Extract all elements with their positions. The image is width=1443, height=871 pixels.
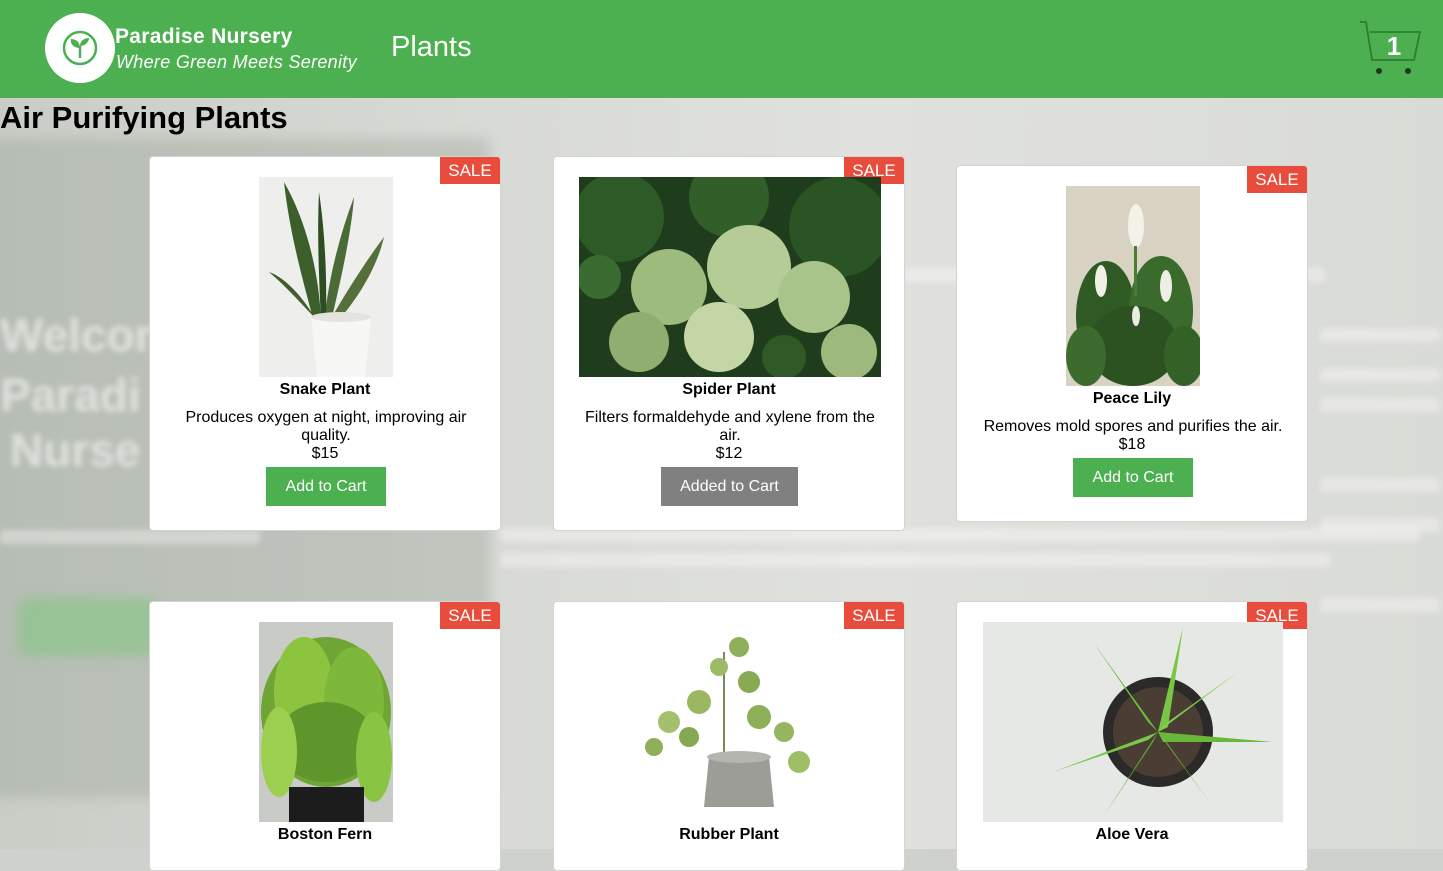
- product-card-rubber-plant: SALE Rubber Plant: [553, 601, 905, 871]
- plant-description: Filters formaldehyde and xylene from the…: [585, 409, 875, 444]
- peace-lily-image[interactable]: [1066, 186, 1200, 386]
- section-title: Air Purifying Plants: [0, 100, 288, 135]
- sale-badge: SALE: [440, 602, 500, 629]
- sale-badge: SALE: [440, 157, 500, 184]
- product-card-spider-plant: SALE Spider Plant Filters formaldehyde a…: [553, 156, 905, 531]
- logo[interactable]: [45, 13, 115, 83]
- cart-count-badge: 1: [1386, 31, 1402, 61]
- plant-description: Produces oxygen at night, improving air …: [185, 409, 467, 444]
- product-card-snake-plant: SALE Snake Plant Produces oxygen at nigh…: [149, 156, 501, 531]
- sprout-logo-icon: [62, 30, 98, 66]
- aloe-vera-image[interactable]: [983, 622, 1283, 822]
- plant-name: Spider Plant: [682, 381, 776, 398]
- navbar: Paradise Nursery Where Green Meets Seren…: [0, 0, 1443, 98]
- added-to-cart-button[interactable]: Added to Cart: [661, 467, 798, 506]
- plant-description: Removes mold spores and purifies the air…: [983, 418, 1283, 435]
- sale-badge: SALE: [844, 602, 904, 629]
- plant-name: Rubber Plant: [679, 826, 779, 843]
- plant-name: Boston Fern: [277, 826, 373, 843]
- brand-name: Paradise Nursery: [115, 25, 293, 48]
- plant-price: $15: [311, 445, 339, 462]
- snake-plant-image[interactable]: [259, 177, 393, 377]
- nav-plants-link[interactable]: Plants: [391, 31, 472, 64]
- boston-fern-image[interactable]: [259, 622, 393, 822]
- rubber-plant-image[interactable]: [629, 622, 829, 822]
- product-card-peace-lily: SALE Peace Lily Removes mold spores and …: [956, 165, 1308, 522]
- product-card-boston-fern: SALE Boston Fern: [149, 601, 501, 871]
- plant-name: Snake Plant: [279, 381, 371, 398]
- add-to-cart-button[interactable]: Add to Cart: [1073, 458, 1193, 497]
- product-card-aloe-vera: SALE Aloe Vera: [956, 601, 1308, 871]
- spider-plant-image[interactable]: [579, 177, 881, 377]
- plant-price: $18: [1118, 436, 1146, 453]
- sale-badge: SALE: [1247, 166, 1307, 193]
- add-to-cart-button[interactable]: Add to Cart: [266, 467, 386, 506]
- brand-tagline: Where Green Meets Serenity: [116, 52, 357, 72]
- plant-name: Peace Lily: [1092, 390, 1172, 407]
- plant-price: $12: [715, 445, 743, 462]
- plant-name: Aloe Vera: [1095, 826, 1169, 843]
